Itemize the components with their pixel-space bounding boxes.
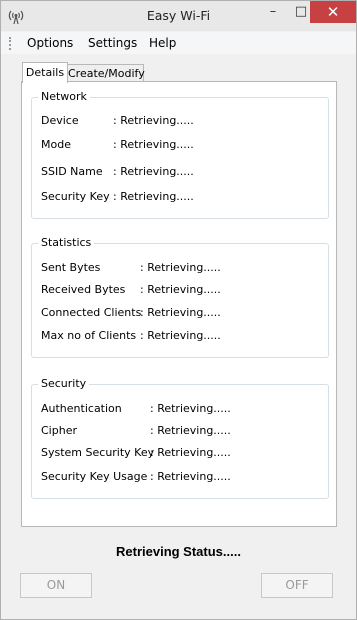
connected-clients-label: Connected Clients [41,306,142,319]
received-bytes-label: Received Bytes [41,283,126,296]
on-button[interactable]: ON [20,573,92,598]
statistics-group-title: Statistics [38,236,95,249]
easy-wifi-window: Easy Wi-Fi – □ ✕ Options Settings Help D… [0,0,357,620]
connected-clients-value: : Retrieving..... [140,306,221,319]
system-security-key-label: System Security Key [41,446,155,459]
network-group-title: Network [38,90,90,103]
tab-details[interactable]: Details [22,62,68,83]
menu-grip-icon [9,37,14,50]
cipher-value: : Retrieving..... [150,424,231,437]
received-bytes-value: : Retrieving..... [140,283,221,296]
close-button[interactable]: ✕ [310,1,356,23]
menu-bar: Options Settings Help [1,32,356,54]
security-key-value: : Retrieving..... [113,190,194,203]
mode-label: Mode [41,138,71,151]
device-label: Device [41,114,79,127]
status-text: Retrieving Status..... [116,544,241,559]
max-clients-value: : Retrieving..... [140,329,221,342]
cipher-label: Cipher [41,424,77,437]
details-panel: Network Device : Retrieving..... Mode : … [21,81,337,527]
menu-options[interactable]: Options [27,36,73,50]
ssid-name-value: : Retrieving..... [113,165,194,178]
menu-settings[interactable]: Settings [88,36,137,50]
off-button[interactable]: OFF [261,573,333,598]
security-key-usage-label: Security Key Usage [41,470,148,483]
minimize-button[interactable]: – [259,1,287,23]
authentication-value: : Retrieving..... [150,402,231,415]
statistics-group: Statistics Sent Bytes : Retrieving..... … [31,236,329,358]
sent-bytes-value: : Retrieving..... [140,261,221,274]
security-group: Security Authentication : Retrieving....… [31,377,329,499]
device-value: : Retrieving..... [113,114,194,127]
authentication-label: Authentication [41,402,122,415]
max-clients-label: Max no of Clients [41,329,137,342]
title-bar[interactable]: Easy Wi-Fi – □ ✕ [1,1,356,31]
mode-value: : Retrieving..... [113,138,194,151]
security-key-label: Security Key [41,190,110,203]
security-group-title: Security [38,377,90,390]
security-key-usage-value: : Retrieving..... [150,470,231,483]
sent-bytes-label: Sent Bytes [41,261,101,274]
network-group: Network Device : Retrieving..... Mode : … [31,90,329,219]
menu-help[interactable]: Help [149,36,176,50]
system-security-key-value: : Retrieving..... [150,446,231,459]
ssid-name-label: SSID Name [41,165,103,178]
